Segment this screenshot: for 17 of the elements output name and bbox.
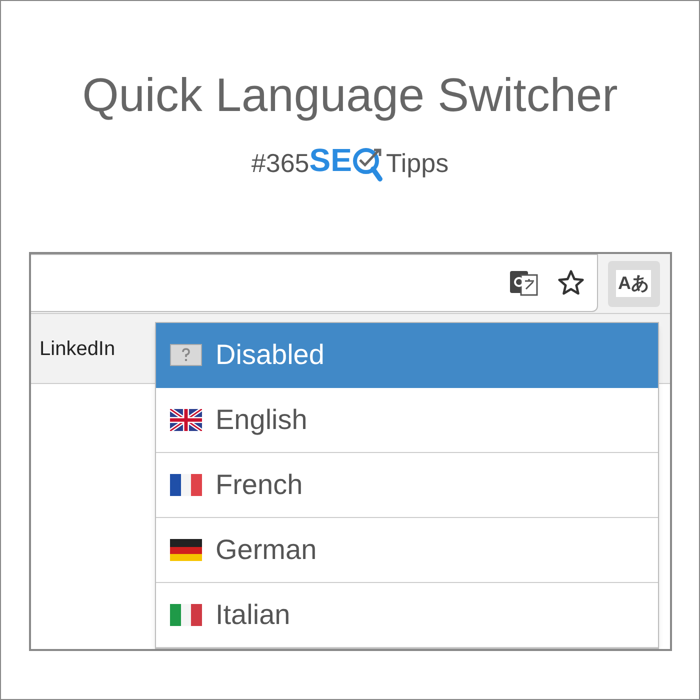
uk-flag-icon: [170, 409, 202, 431]
question-icon: [170, 344, 202, 366]
translate-icon: [508, 268, 538, 296]
language-option[interactable]: English: [156, 388, 658, 453]
star-icon[interactable]: [556, 268, 584, 296]
logo-suffix: Tipps: [386, 150, 449, 176]
logo-prefix: #365: [251, 150, 310, 176]
logo-brand: SE: [309, 144, 352, 176]
language-option[interactable]: Disabled: [156, 323, 658, 388]
bookmark-link[interactable]: LinkedIn: [40, 334, 116, 364]
language-option[interactable]: German: [156, 518, 658, 583]
italy-flag-icon: [170, 604, 202, 626]
germany-flag-icon: [170, 539, 202, 561]
france-flag-icon: [170, 474, 202, 496]
extension-button[interactable]: Aあ: [608, 260, 660, 306]
language-option[interactable]: French: [156, 453, 658, 518]
language-option[interactable]: Italian: [156, 583, 658, 648]
